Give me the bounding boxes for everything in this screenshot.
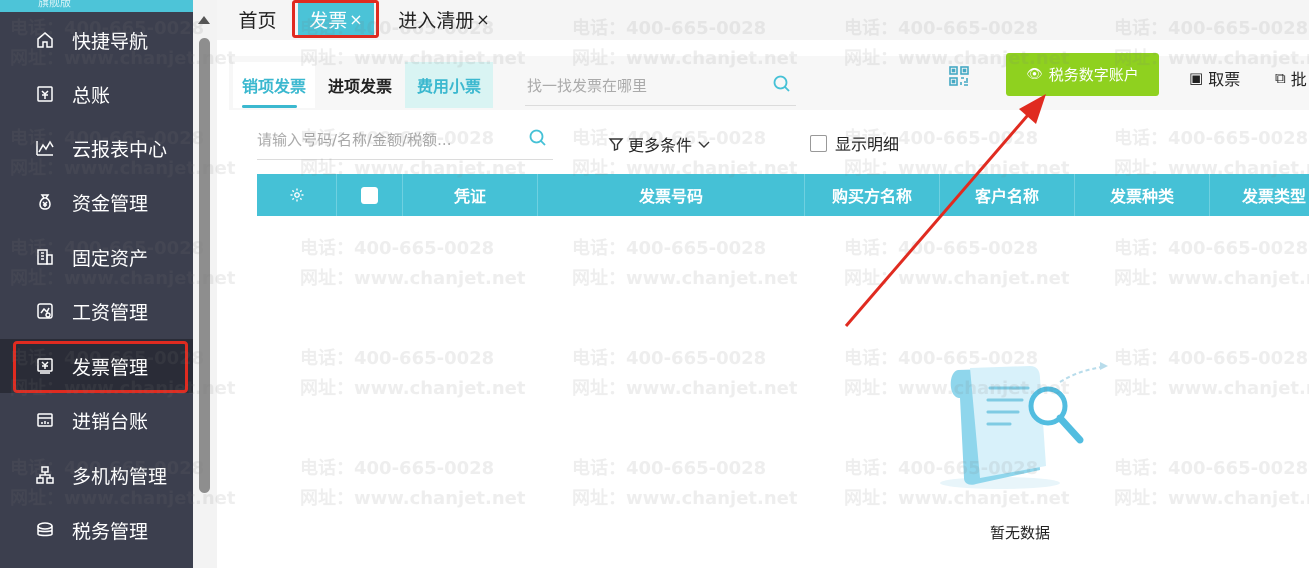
more-conditions-label: 更多条件 — [628, 136, 693, 155]
filter-search-input[interactable] — [257, 130, 517, 149]
find-invoice-input[interactable] — [525, 76, 765, 95]
sidebar-item-label: 资金管理 — [72, 192, 149, 215]
tax-icon — [34, 519, 56, 541]
ledger-icon — [34, 83, 56, 105]
ticket-icon: ▣ — [1189, 69, 1204, 87]
filter-search — [257, 120, 553, 160]
sidebar-item-label: 总账 — [72, 84, 111, 107]
tax-digital-account-label: 税务数字账户 — [1048, 66, 1139, 84]
sidebar-item-label: 固定资产 — [72, 247, 149, 270]
column-header[interactable]: 购买方名称 — [805, 174, 940, 216]
building-icon — [34, 246, 56, 268]
tab-import-list[interactable]: 进入清册 × — [388, 0, 500, 38]
select-all-checkbox[interactable] — [361, 186, 378, 204]
table-header: 凭证 发票号码 购买方名称 客户名称 发票种类 发票类型 — [257, 174, 1309, 216]
tab-home[interactable]: 首页 — [229, 0, 286, 38]
column-header[interactable]: 发票号码 — [538, 174, 805, 216]
brand-strip: 旗舰版 — [0, 0, 193, 12]
sidebar-item-label: 税务管理 — [72, 520, 149, 543]
sidebar: 旗舰版 快捷导航 总账 云报表中心 资金管理 固定资产 工资管理 发票管理 进销… — [0, 0, 193, 568]
subtab-label: 进项发票 — [327, 77, 392, 96]
money-bag-icon — [34, 191, 56, 213]
invoice-locator — [525, 66, 796, 106]
sidebar-item-fixed-assets[interactable]: 固定资产 — [0, 230, 193, 284]
chevron-down-icon — [698, 141, 710, 148]
sidebar-scrollbar-thumb[interactable] — [199, 38, 210, 493]
column-header[interactable]: 凭证 — [403, 174, 538, 216]
home-icon — [34, 29, 56, 51]
sidebar-item-quick-nav[interactable]: 快捷导航 — [0, 13, 193, 67]
sidebar-item-tax[interactable]: 税务管理 — [0, 503, 193, 557]
sidebar-item-label: 云报表中心 — [72, 138, 168, 161]
column-settings[interactable] — [257, 174, 337, 216]
sidebar-item-label: 进销台账 — [72, 410, 149, 433]
subtab-purchase-invoice[interactable]: 进项发票 — [319, 62, 401, 108]
annotation-highlight-tab — [292, 0, 379, 38]
sidebar-item-label: 工资管理 — [72, 301, 149, 324]
tab-label: 首页 — [238, 9, 277, 32]
brand-label: 旗舰版 — [38, 0, 71, 9]
payroll-icon — [34, 300, 56, 322]
sidebar-item-label: 快捷导航 — [72, 30, 149, 53]
search-icon[interactable] — [528, 128, 548, 148]
batch-label: 批 — [1290, 70, 1307, 89]
annotation-highlight-nav — [13, 341, 188, 393]
empty-state-text: 暂无数据 — [989, 524, 1050, 542]
select-all-column[interactable] — [337, 174, 403, 216]
sidebar-item-report-center[interactable]: 云报表中心 — [0, 121, 193, 175]
search-icon[interactable] — [772, 74, 792, 94]
scroll-up-arrow-icon[interactable] — [198, 16, 210, 24]
filter-funnel-icon — [608, 138, 624, 151]
batch-button[interactable]: ⧉ 批 — [1275, 66, 1307, 90]
sidebar-item-inventory-ledger[interactable]: 进销台账 — [0, 393, 193, 447]
subtab-label: 销项发票 — [241, 77, 306, 96]
tax-digital-account-button[interactable]: 👁 税务数字账户 — [1006, 53, 1159, 96]
tab-bar — [217, 0, 1309, 40]
close-icon[interactable]: × — [476, 10, 489, 29]
show-detail-checkbox[interactable] — [810, 134, 827, 152]
show-detail-label: 显示明细 — [835, 135, 900, 154]
fetch-invoice-button[interactable]: ▣ 取票 — [1189, 66, 1240, 90]
tab-label: 进入清册 — [398, 9, 475, 32]
copy-icon: ⧉ — [1275, 69, 1286, 87]
sidebar-item-funds[interactable]: 资金管理 — [0, 175, 193, 229]
sidebar-item-multi-org[interactable]: 多机构管理 — [0, 448, 193, 502]
subtab-expense-receipt[interactable]: 费用小票 — [405, 62, 493, 108]
empty-state-illustration — [940, 362, 1108, 489]
eye-icon: 👁 — [1026, 67, 1043, 82]
sidebar-item-label: 多机构管理 — [72, 465, 168, 488]
sidebar-item-payroll[interactable]: 工资管理 — [0, 284, 193, 338]
show-detail-toggle[interactable]: 显示明细 — [810, 132, 899, 154]
subtab-label: 费用小票 — [416, 77, 481, 96]
column-header[interactable]: 客户名称 — [940, 174, 1075, 216]
subtab-sales-invoice[interactable]: 销项发票 — [233, 62, 315, 108]
column-header[interactable]: 发票类型 — [1210, 174, 1309, 216]
sidebar-item-general-ledger[interactable]: 总账 — [0, 67, 193, 121]
more-conditions-dropdown[interactable]: 更多条件 — [608, 132, 712, 156]
inventory-icon — [34, 409, 56, 431]
org-tree-icon — [34, 464, 56, 486]
fetch-invoice-label: 取票 — [1208, 70, 1241, 89]
line-chart-icon — [34, 137, 56, 159]
column-header[interactable]: 发票种类 — [1075, 174, 1210, 216]
qr-code-icon[interactable] — [948, 65, 970, 87]
gear-icon — [290, 188, 303, 202]
